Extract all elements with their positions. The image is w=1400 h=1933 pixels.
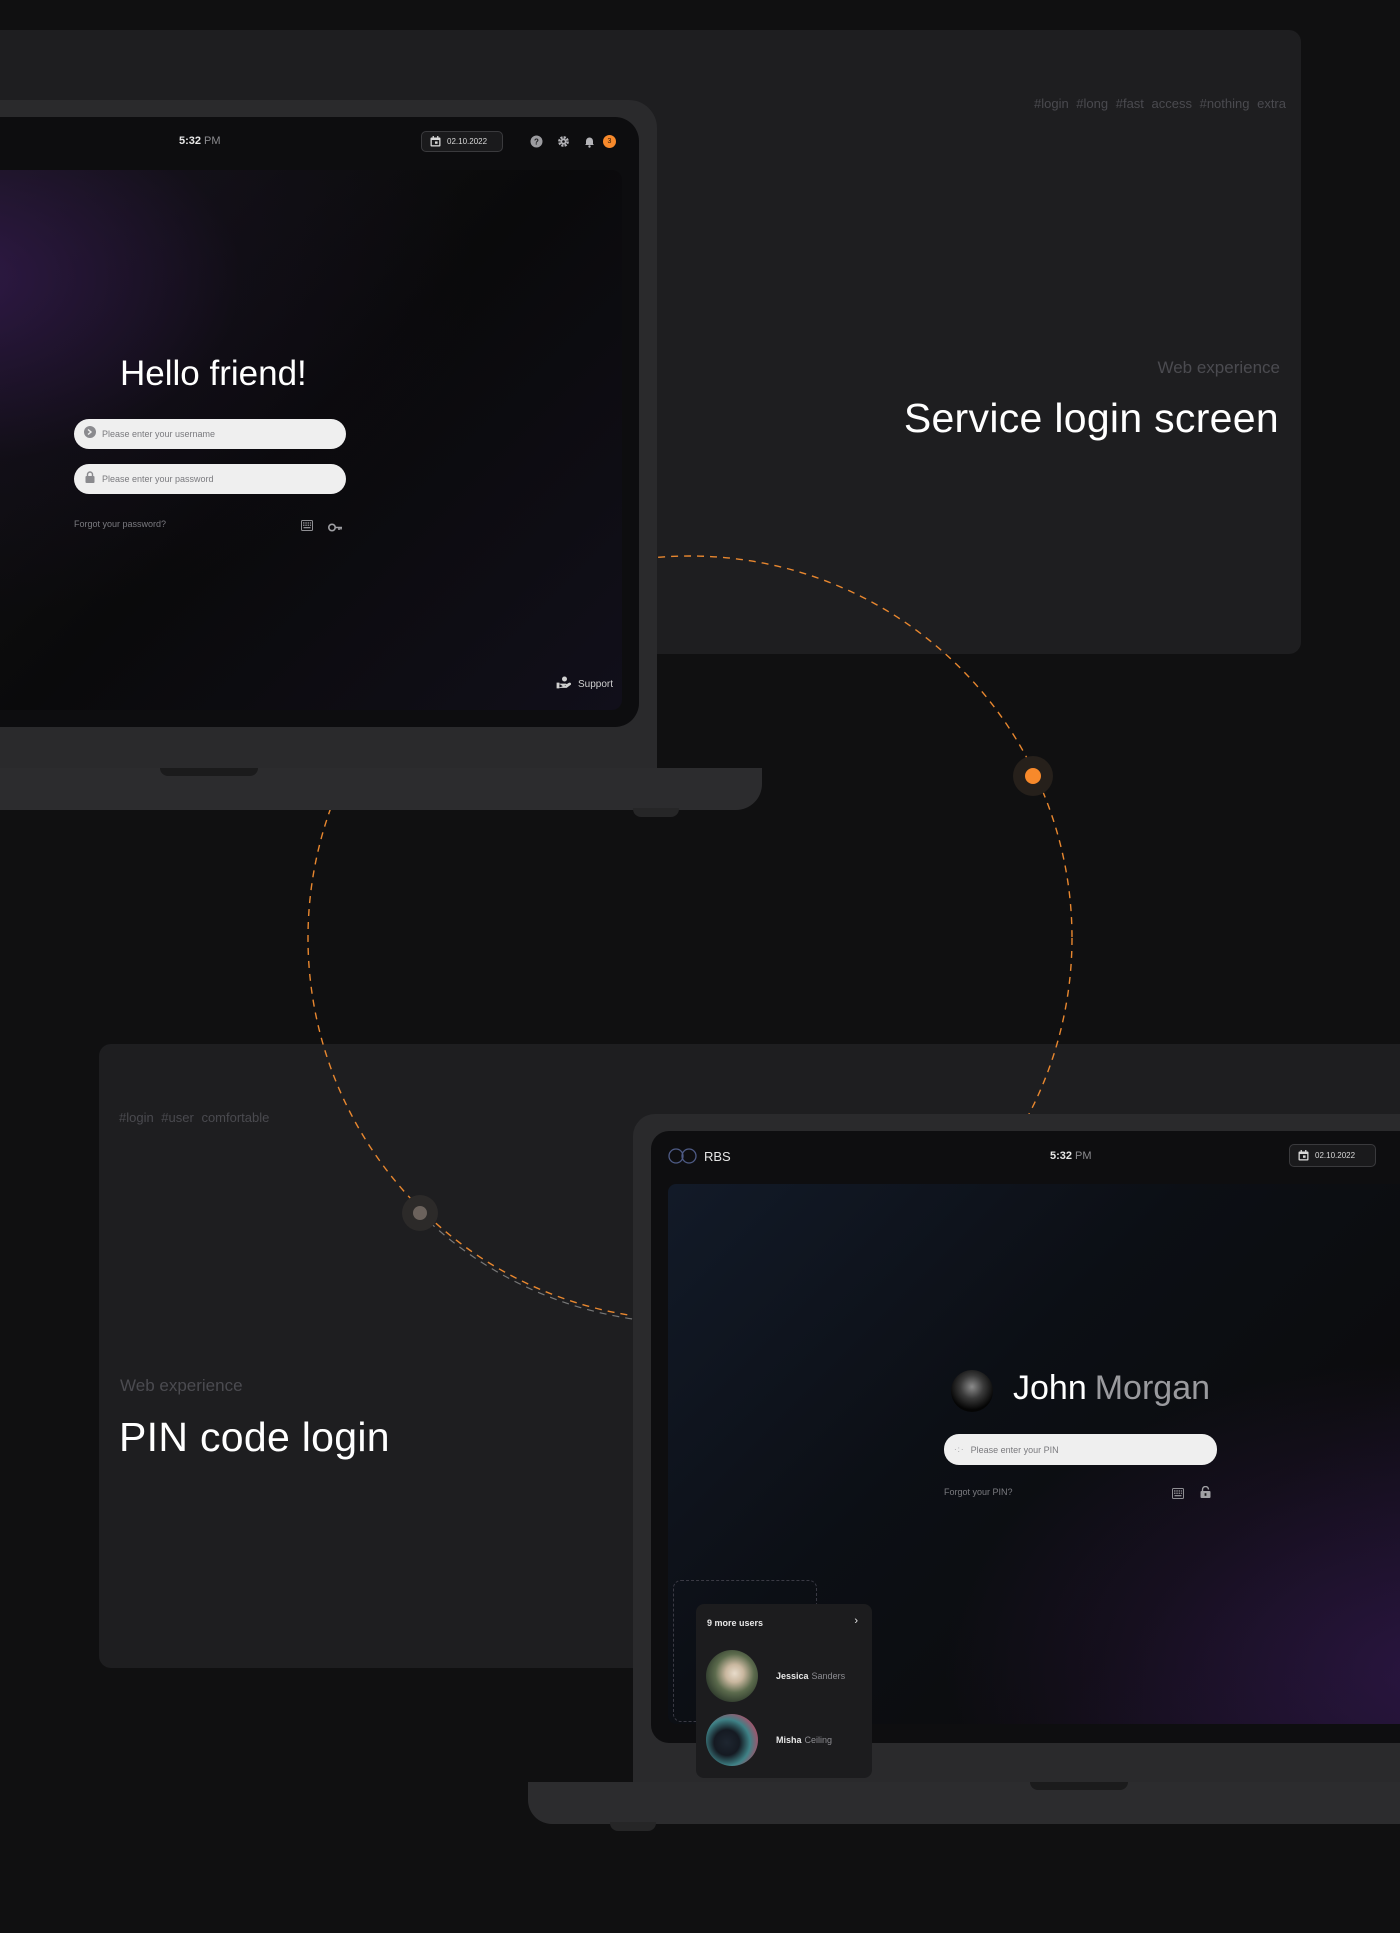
pin-dots-icon: ·:· xyxy=(954,1445,965,1454)
user-last: Ceiling xyxy=(804,1735,833,1745)
pin-field[interactable]: ·:· Please enter your PIN xyxy=(944,1434,1217,1465)
support-label: Support xyxy=(578,678,614,690)
keyboard-icon[interactable] xyxy=(301,518,313,536)
laptop1-date: 02.10.2022 xyxy=(447,137,488,146)
user-avatar-jessica xyxy=(706,1650,758,1702)
laptop2-notch xyxy=(1030,1782,1128,1790)
laptop1-base xyxy=(0,768,762,810)
orbit-grey-arc xyxy=(419,1212,641,1321)
gear-icon[interactable] xyxy=(557,135,570,148)
user-first: Misha xyxy=(776,1735,802,1745)
user-list-item[interactable]: Jessica Sanders xyxy=(706,1650,845,1702)
key-icon[interactable] xyxy=(327,519,343,537)
username-field[interactable]: Please enter your username xyxy=(74,419,346,449)
laptop2-ampm: PM xyxy=(1075,1150,1092,1162)
laptop1-date-button[interactable]: 02.10.2022 xyxy=(421,131,503,152)
password-placeholder: Please enter your password xyxy=(102,474,214,484)
password-field[interactable]: Please enter your password xyxy=(74,464,346,494)
more-users-popover[interactable]: 9 more users › Jessica Sanders Misha Ceili… xyxy=(696,1604,872,1778)
calendar-icon xyxy=(430,136,441,147)
forgot-pin-link[interactable]: Forgot your PIN? xyxy=(944,1487,1013,1497)
laptop1-notch xyxy=(160,768,258,776)
user-last: Sanders xyxy=(811,1671,846,1681)
laptop1-time: 5:32 xyxy=(179,135,202,147)
forgot-password-link[interactable]: Forgot your password? xyxy=(74,519,166,529)
support-icon xyxy=(556,676,572,692)
orbit-node-inactive xyxy=(413,1206,427,1220)
user-name-jessica: Jessica Sanders xyxy=(776,1671,845,1681)
pin-placeholder: Please enter your PIN xyxy=(970,1444,1059,1455)
user-first-name: John xyxy=(1013,1369,1087,1407)
laptop2-base xyxy=(528,1782,1400,1824)
keyboard-icon[interactable] xyxy=(1172,1486,1184,1504)
user-name: John Morgan xyxy=(1013,1369,1210,1408)
help-icon[interactable]: ? xyxy=(530,135,543,148)
laptop1-clock: 5:32 PM xyxy=(179,135,221,147)
user-first: Jessica xyxy=(776,1671,809,1681)
user-last-name: Morgan xyxy=(1094,1369,1211,1407)
svg-text:?: ? xyxy=(534,138,539,147)
user-avatar-misha xyxy=(706,1714,758,1766)
top-title: Service login screen xyxy=(903,395,1279,441)
more-users-header[interactable]: 9 more users xyxy=(707,1618,763,1628)
laptop1-foot xyxy=(633,808,679,817)
lock-icon xyxy=(84,470,96,488)
bottom-tags: #login #user comfortable xyxy=(119,1110,270,1125)
notification-badge: 3 xyxy=(603,135,616,148)
laptop2-date-button[interactable]: 02.10.2022 xyxy=(1289,1144,1376,1167)
top-tags: #login #long #fast access #nothing extra xyxy=(1034,96,1286,111)
laptop2-time: 5:32 xyxy=(1050,1150,1073,1162)
bell-icon[interactable] xyxy=(583,135,596,148)
user-list-item[interactable]: Misha Ceiling xyxy=(706,1714,832,1766)
brand-name: RBS xyxy=(704,1148,731,1164)
support-button[interactable]: Support xyxy=(556,676,613,692)
laptop2-foot xyxy=(610,1822,656,1831)
calendar-icon xyxy=(1298,1150,1309,1161)
user-arrow-icon xyxy=(84,425,96,443)
username-placeholder: Please enter your username xyxy=(102,429,216,439)
top-kicker: Web experience xyxy=(1157,358,1280,377)
laptop2-clock: 5:32 PM xyxy=(1050,1150,1092,1162)
user-name-misha: Misha Ceiling xyxy=(776,1735,832,1745)
unlock-icon[interactable] xyxy=(1200,1485,1211,1503)
greeting-title: Hello friend! xyxy=(120,354,307,393)
chevron-right-icon[interactable]: › xyxy=(854,1615,858,1627)
user-avatar xyxy=(951,1370,993,1412)
bottom-kicker: Web experience xyxy=(120,1376,243,1395)
bottom-title: PIN code login xyxy=(119,1414,390,1460)
orbit-node-active xyxy=(1025,768,1041,784)
rings-logo-icon xyxy=(668,1148,698,1164)
laptop1-ampm: PM xyxy=(204,135,221,147)
rbs-logo: RBS xyxy=(668,1148,731,1164)
laptop2-date: 02.10.2022 xyxy=(1315,1151,1356,1160)
